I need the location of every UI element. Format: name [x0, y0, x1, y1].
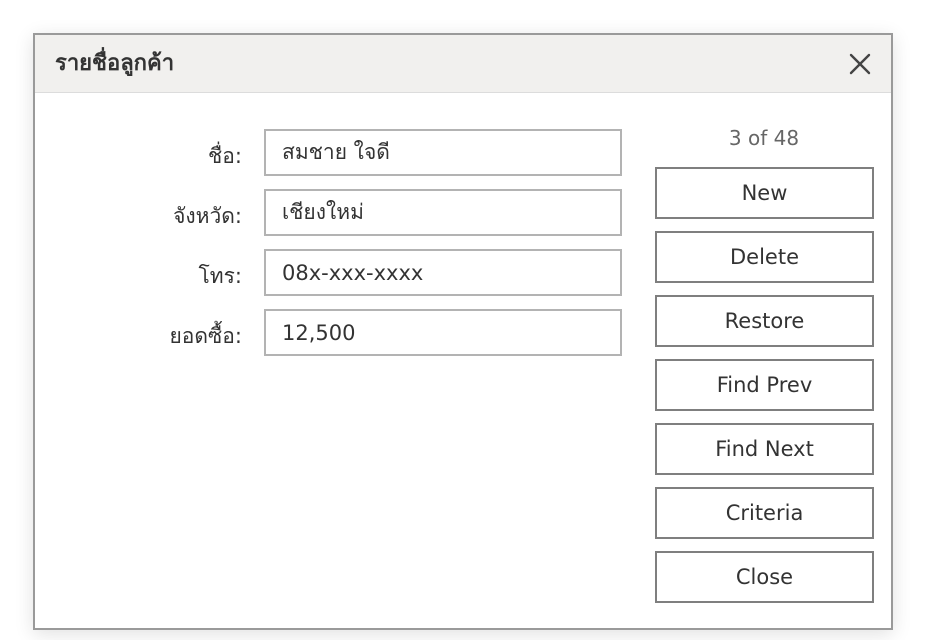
new-button[interactable]: New	[655, 167, 874, 219]
field-label-phone: โทร:	[198, 264, 242, 288]
dialog-titlebar: รายชื่อลูกค้า	[35, 35, 891, 93]
province-input[interactable]	[266, 191, 612, 234]
find-prev-button[interactable]: Find Prev	[655, 359, 874, 411]
record-counter: 3 of 48	[728, 126, 800, 150]
close-icon[interactable]	[848, 52, 872, 76]
field-label-name: ชื่อ:	[208, 144, 242, 168]
data-form-dialog: รายชื่อลูกค้า ชื่อ: จังหวัด: โทร: ยอดซื้…	[33, 33, 893, 630]
delete-button[interactable]: Delete	[655, 231, 874, 283]
name-field[interactable]	[264, 129, 622, 176]
field-label-purchase-total: ยอดซื้อ:	[169, 324, 243, 348]
restore-button[interactable]: Restore	[655, 295, 874, 347]
phone-field[interactable]	[264, 249, 622, 296]
dialog-title: รายชื่อลูกค้า	[55, 51, 175, 76]
purchase-total-input[interactable]	[266, 311, 612, 354]
phone-input[interactable]	[266, 251, 612, 294]
province-field[interactable]	[264, 189, 622, 236]
close-button[interactable]: Close	[655, 551, 874, 603]
field-label-province: จังหวัด:	[173, 204, 242, 228]
criteria-button[interactable]: Criteria	[655, 487, 874, 539]
purchase-total-field[interactable]	[264, 309, 622, 356]
find-next-button[interactable]: Find Next	[655, 423, 874, 475]
name-input[interactable]	[266, 131, 612, 174]
